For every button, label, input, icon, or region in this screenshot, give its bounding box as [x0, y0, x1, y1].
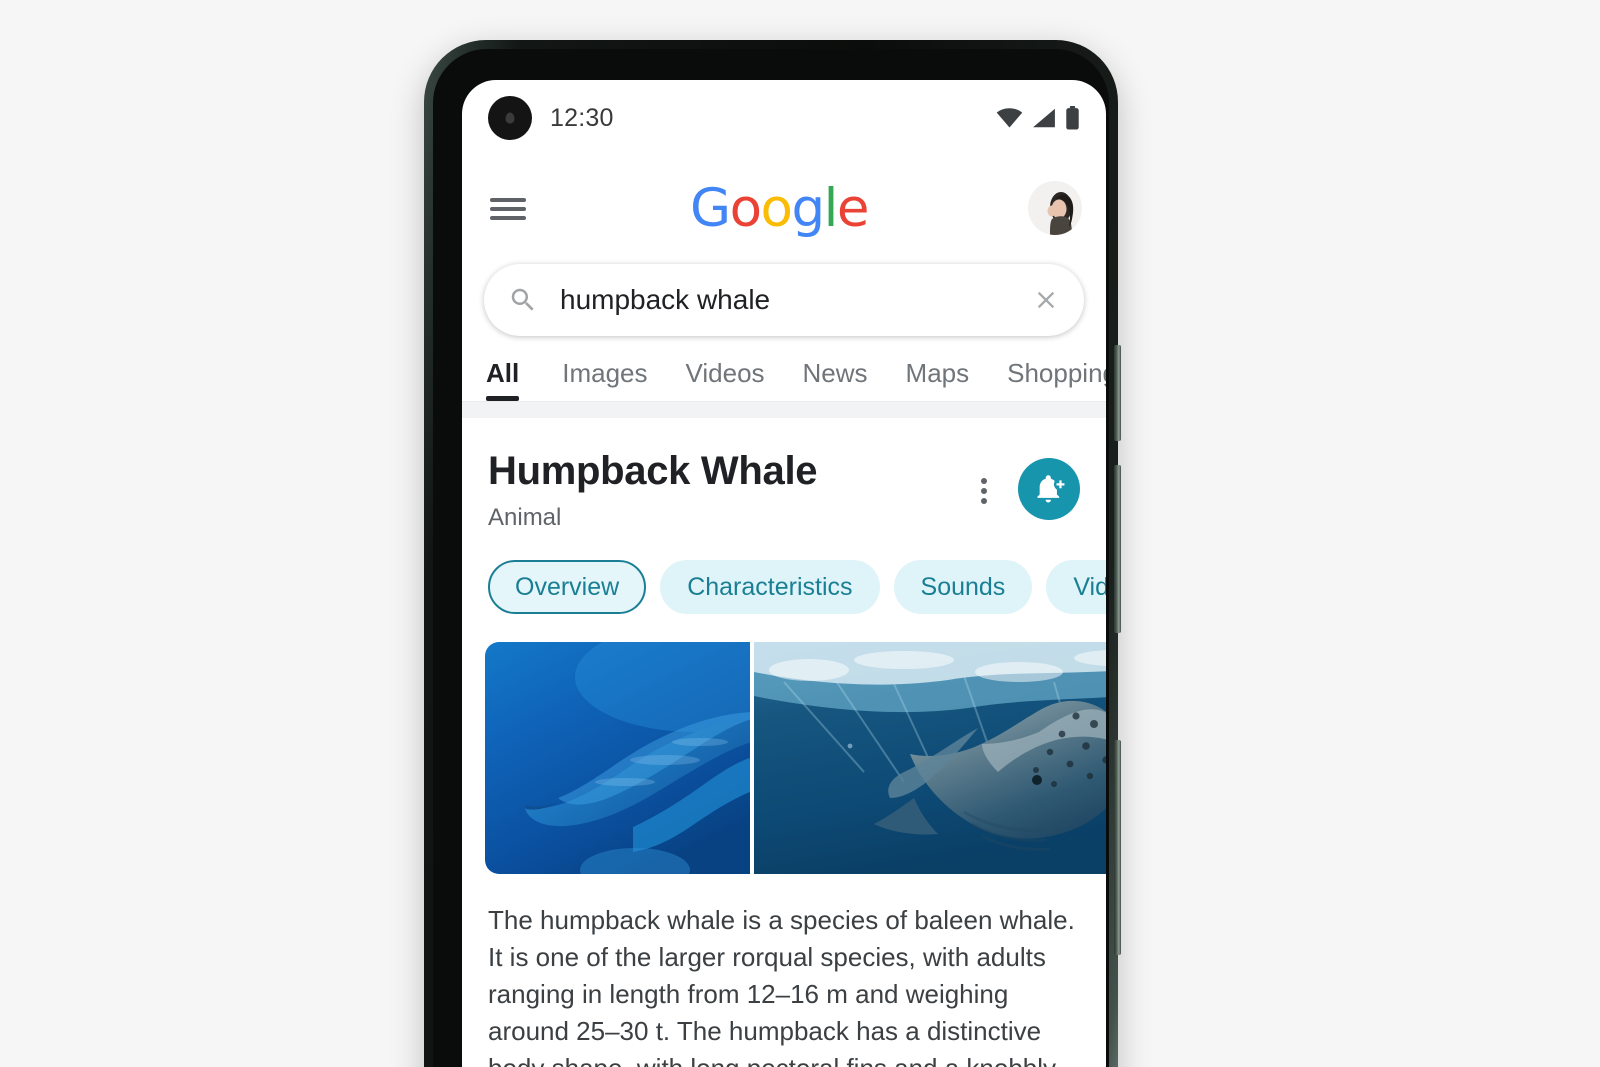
- status-time: 12:30: [550, 103, 614, 132]
- whale-image-2[interactable]: [754, 642, 1106, 874]
- chip-videos[interactable]: Videos: [1046, 560, 1106, 614]
- chip-characteristics[interactable]: Characteristics: [660, 560, 880, 614]
- description-text: The humpback whale is a species of balee…: [488, 905, 1075, 1067]
- search-bar-container: humpback whale: [462, 260, 1106, 336]
- bell-plus-icon[interactable]: [1018, 458, 1080, 520]
- battery-icon: [1065, 106, 1080, 130]
- close-x-icon[interactable]: [1032, 286, 1060, 314]
- logo-letter-e: e: [836, 177, 870, 239]
- knowledge-panel: Humpback Whale Animal Overview Character…: [462, 418, 1106, 1067]
- tab-shopping[interactable]: Shopping: [988, 358, 1106, 401]
- screenshot-canvas: 12:30 Google humpback whale All Images V…: [0, 0, 1600, 1067]
- avatar[interactable]: [1028, 181, 1082, 235]
- chip-overview[interactable]: Overview: [488, 560, 647, 614]
- page-subtitle: Animal: [488, 504, 562, 531]
- status-icons: [996, 106, 1080, 130]
- magnifier-icon: [508, 285, 538, 315]
- phone-side-button-top[interactable]: [1114, 345, 1121, 441]
- three-dots-vertical-icon[interactable]: [964, 469, 1004, 509]
- phone-volume-button[interactable]: [1114, 465, 1121, 633]
- knowledge-panel-description: The humpback whale is a species of balee…: [462, 874, 1106, 1067]
- knowledge-panel-header: Humpback Whale Animal: [462, 448, 1106, 532]
- tab-images[interactable]: Images: [543, 358, 666, 401]
- google-logo: Google: [530, 182, 1028, 235]
- logo-letter-g2: g: [791, 177, 825, 239]
- tab-videos[interactable]: Videos: [667, 358, 784, 401]
- phone-device-frame: 12:30 Google humpback whale All Images V…: [424, 40, 1121, 1067]
- status-bar: 12:30: [462, 80, 1106, 156]
- knowledge-panel-titles: Humpback Whale Animal: [488, 448, 964, 532]
- search-box[interactable]: humpback whale: [484, 264, 1084, 336]
- front-camera-punch-hole: [488, 96, 532, 140]
- app-header: Google: [462, 156, 1106, 260]
- phone-screen: 12:30 Google humpback whale All Images V…: [462, 80, 1106, 1067]
- tab-maps[interactable]: Maps: [887, 358, 989, 401]
- logo-letter-o2: o: [760, 177, 793, 239]
- search-result-tabs: All Images Videos News Maps Shopping B: [462, 336, 1106, 401]
- hamburger-menu-icon[interactable]: [486, 186, 530, 230]
- knowledge-panel-images: [462, 614, 1106, 874]
- page-title: Humpback Whale: [488, 449, 818, 493]
- cellular-signal-icon: [1032, 108, 1056, 128]
- whale-image-1[interactable]: [485, 642, 751, 874]
- wifi-icon: [996, 108, 1023, 128]
- logo-letter-o1: o: [729, 177, 762, 239]
- logo-letter-g1: G: [690, 177, 731, 239]
- logo-letter-l: l: [823, 177, 839, 239]
- section-separator-band: [462, 402, 1106, 418]
- tab-news[interactable]: News: [784, 358, 887, 401]
- knowledge-panel-chips: Overview Characteristics Sounds Videos: [462, 532, 1106, 614]
- search-input[interactable]: humpback whale: [560, 284, 1032, 316]
- chip-sounds[interactable]: Sounds: [893, 560, 1033, 614]
- knowledge-panel-actions: [964, 448, 1080, 520]
- phone-power-button[interactable]: [1114, 740, 1121, 955]
- tab-all[interactable]: All: [484, 358, 543, 401]
